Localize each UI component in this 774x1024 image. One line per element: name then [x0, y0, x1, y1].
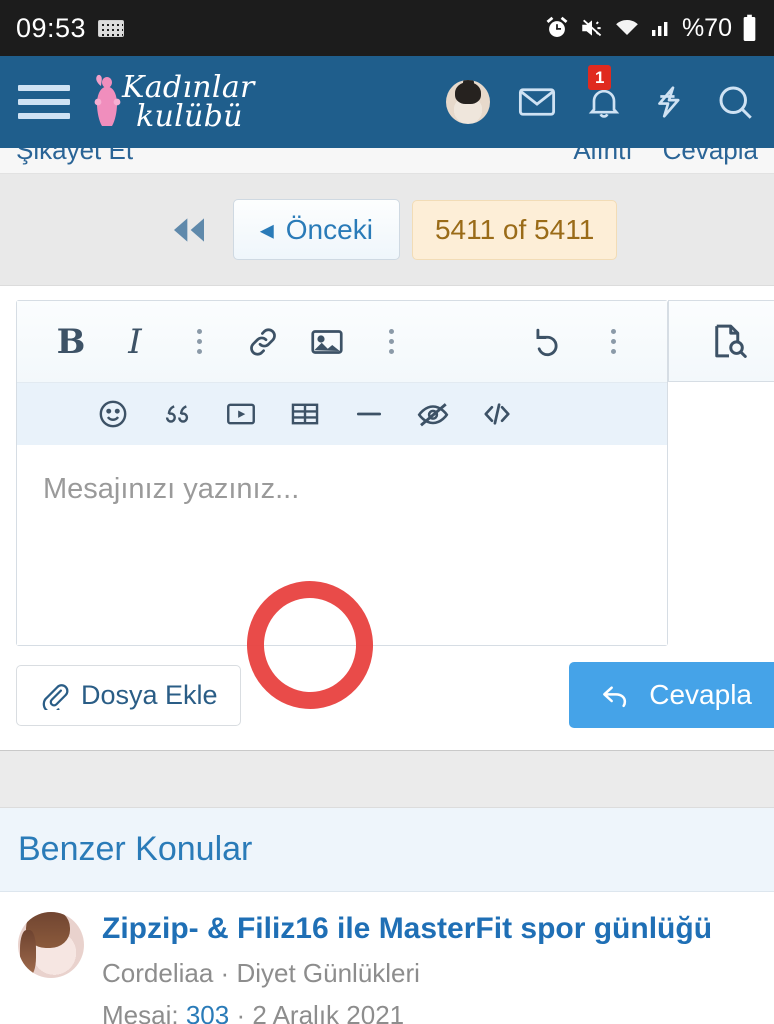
insert-smilie-button[interactable]: [81, 388, 145, 440]
vertical-dots-icon: [610, 329, 616, 354]
thread-stats: Mesaj: 303 · 2 Aralık 2021: [102, 1000, 712, 1024]
site-logo[interactable]: Kadınlar kulübü: [88, 71, 255, 133]
vertical-dots-icon: [388, 329, 394, 354]
insert-spoiler-button[interactable]: [401, 388, 465, 440]
thread-meta: Cordeliaa · Diyet Günlükleri: [102, 958, 712, 989]
thread-content: Zipzip- & Filiz16 ile MasterFit spor gün…: [102, 912, 712, 1024]
wifi-icon: [614, 15, 640, 41]
thread-title-link[interactable]: Zipzip- & Filiz16 ile MasterFit spor gün…: [102, 912, 712, 947]
hamburger-bar: [18, 113, 70, 119]
italic-button[interactable]: I: [103, 310, 167, 374]
post-actions-row: Şikayet Et Alıntı Cevapla: [0, 148, 774, 174]
message-input[interactable]: Mesajınızı yazınız...: [17, 445, 667, 645]
bold-button[interactable]: B: [39, 310, 103, 374]
similar-threads-heading: Benzer Konular: [0, 808, 774, 892]
ribbon-woman-logo-icon: [88, 71, 128, 133]
header-icon-group: 1: [446, 65, 756, 124]
insert-quote-button[interactable]: [145, 388, 209, 440]
editor-toolbar-row-2: [17, 383, 667, 445]
status-right: %70: [544, 14, 758, 43]
meta-separator: ·: [220, 957, 230, 988]
search-icon[interactable]: [714, 81, 756, 123]
hamburger-bar: [18, 99, 70, 105]
notification-badge: 1: [588, 65, 612, 90]
prev-arrow-icon: ◂: [259, 214, 274, 245]
thread-author-avatar[interactable]: [18, 912, 84, 978]
insert-media-button[interactable]: [209, 388, 273, 440]
keyboard-icon: [98, 19, 125, 37]
more-options-button[interactable]: [581, 310, 645, 374]
reply-link[interactable]: Cevapla: [663, 148, 758, 166]
battery-icon: [741, 14, 758, 42]
battery-percent-label: %70: [681, 13, 732, 42]
preview-button[interactable]: [668, 300, 774, 382]
meta-separator: ·: [236, 999, 246, 1024]
vertical-dots-icon: [196, 329, 202, 354]
cellular-signal-icon: [649, 15, 673, 41]
reply-arrow-icon: [597, 679, 633, 711]
message-editor: B I Mesajınızı yazınız...: [16, 300, 668, 646]
insert-image-button[interactable]: [295, 310, 359, 374]
section-spacer: [0, 750, 774, 808]
logo-line-2: kulübü: [136, 99, 243, 134]
hamburger-menu-icon[interactable]: [18, 85, 70, 119]
more-formatting-button[interactable]: [167, 310, 231, 374]
document-preview-icon: [708, 320, 750, 362]
app-root: 09:53 %70 Kadınlar kulübü 1 Şikayet Et A…: [0, 0, 774, 1024]
user-avatar[interactable]: [446, 80, 490, 124]
alarm-icon: [544, 15, 570, 41]
post-actions-right: Alıntı Cevapla: [573, 148, 758, 166]
site-logo-text: Kadınlar kulübü: [122, 73, 255, 134]
bell-icon[interactable]: 1: [584, 65, 624, 123]
thread-date: 2 Aralık 2021: [252, 999, 405, 1024]
insert-code-button[interactable]: [465, 388, 529, 440]
reply-editor-section: B I Mesajınızı yazınız... Dosya Ekle Cev…: [0, 286, 774, 750]
editor-toolbar-row-1: B I: [17, 301, 667, 383]
envelope-icon[interactable]: [516, 81, 558, 123]
editor-wrapper: B I Mesajınızı yazınız...: [16, 300, 774, 717]
messages-count[interactable]: 303: [186, 1000, 229, 1024]
attach-file-label: Dosya Ekle: [81, 679, 218, 710]
thread-author[interactable]: Cordeliaa: [102, 958, 213, 988]
volume-mute-icon: [579, 15, 605, 41]
editor-actions: Dosya Ekle Cevapla: [16, 646, 774, 750]
attach-file-button[interactable]: Dosya Ekle: [16, 664, 241, 726]
hamburger-bar: [18, 85, 70, 91]
submit-reply-label: Cevapla: [649, 679, 752, 710]
post-actions-inner: Şikayet Et Alıntı Cevapla: [0, 148, 774, 170]
previous-page-button[interactable]: ◂ Önceki: [232, 199, 400, 260]
page-counter[interactable]: 5411 of 5411: [411, 199, 618, 260]
paperclip-icon: [39, 680, 69, 710]
status-clock: 09:53: [16, 12, 87, 43]
messages-label: Mesaj:: [102, 999, 179, 1024]
android-status-bar: 09:53 %70: [0, 0, 774, 56]
status-left: 09:53: [16, 12, 125, 44]
previous-page-label: Önceki: [285, 213, 373, 245]
first-page-icon[interactable]: [157, 216, 221, 244]
undo-button[interactable]: [517, 310, 581, 374]
more-insert-button[interactable]: [359, 310, 423, 374]
report-link[interactable]: Şikayet Et: [16, 148, 133, 166]
thread-forum[interactable]: Diyet Günlükleri: [236, 958, 420, 988]
insert-horizontal-rule-button[interactable]: [337, 388, 401, 440]
lightning-bolt-icon[interactable]: [650, 81, 688, 123]
pagination-bar: ◂ Önceki 5411 of 5411: [0, 174, 774, 286]
site-header: Kadınlar kulübü 1: [0, 56, 774, 148]
quote-link[interactable]: Alıntı: [573, 148, 632, 166]
insert-link-button[interactable]: [231, 310, 295, 374]
insert-table-button[interactable]: [273, 388, 337, 440]
submit-reply-button[interactable]: Cevapla: [569, 662, 774, 728]
list-item[interactable]: Zipzip- & Filiz16 ile MasterFit spor gün…: [0, 892, 774, 1024]
